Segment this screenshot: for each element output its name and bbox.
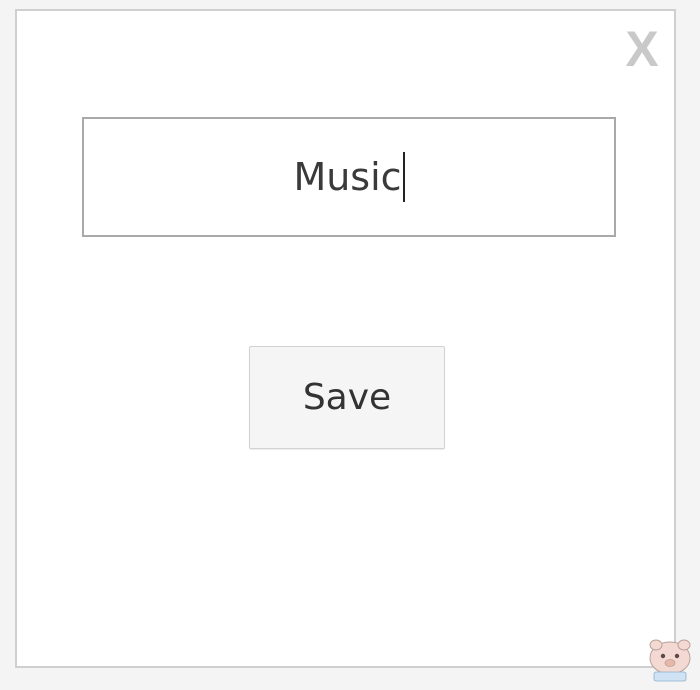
name-input[interactable]: Music	[82, 117, 616, 237]
text-caret	[402, 152, 405, 202]
save-button[interactable]: Save	[249, 346, 445, 449]
edit-dialog: X Music Save	[15, 9, 676, 668]
close-icon[interactable]: X	[622, 23, 662, 75]
name-input-value: Music	[293, 155, 402, 199]
watermark-logo-icon	[649, 639, 691, 682]
